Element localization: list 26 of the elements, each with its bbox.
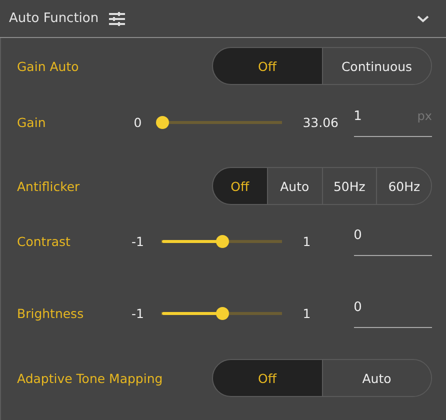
setting-label: Gain — [17, 114, 47, 130]
input-field[interactable]: 0 — [354, 226, 432, 256]
option-button[interactable]: Auto — [322, 360, 431, 396]
setting-label: Contrast — [17, 234, 72, 248]
option-button[interactable]: Off — [213, 360, 322, 396]
chevron-icon[interactable] — [417, 14, 429, 22]
max-value: 1 — [302, 234, 312, 248]
min-value: -1 — [130, 306, 145, 320]
max-value: 33.06 — [302, 114, 340, 130]
min-value: -1 — [130, 234, 145, 248]
option-button[interactable]: Off — [213, 168, 267, 204]
min-value: 0 — [132, 114, 143, 130]
setting-label: Adaptive Tone Mapping — [17, 370, 163, 386]
setting-label: Brightness — [17, 306, 85, 320]
input-field[interactable]: 0 — [354, 298, 432, 328]
option-button[interactable]: Off — [213, 48, 322, 84]
setting-label: Gain Auto — [17, 58, 80, 74]
slider-thumb[interactable] — [156, 116, 170, 128]
section-title: Auto Function — [9, 11, 99, 26]
sliders-icon — [108, 12, 125, 26]
option-button[interactable]: Continuous — [322, 48, 431, 84]
max-value: 1 — [302, 306, 312, 320]
slider-thumb[interactable] — [216, 306, 229, 320]
option-button[interactable]: 60Hz — [376, 168, 431, 204]
slider-thumb[interactable] — [216, 234, 229, 248]
setting-label: Antiflicker — [17, 178, 81, 194]
